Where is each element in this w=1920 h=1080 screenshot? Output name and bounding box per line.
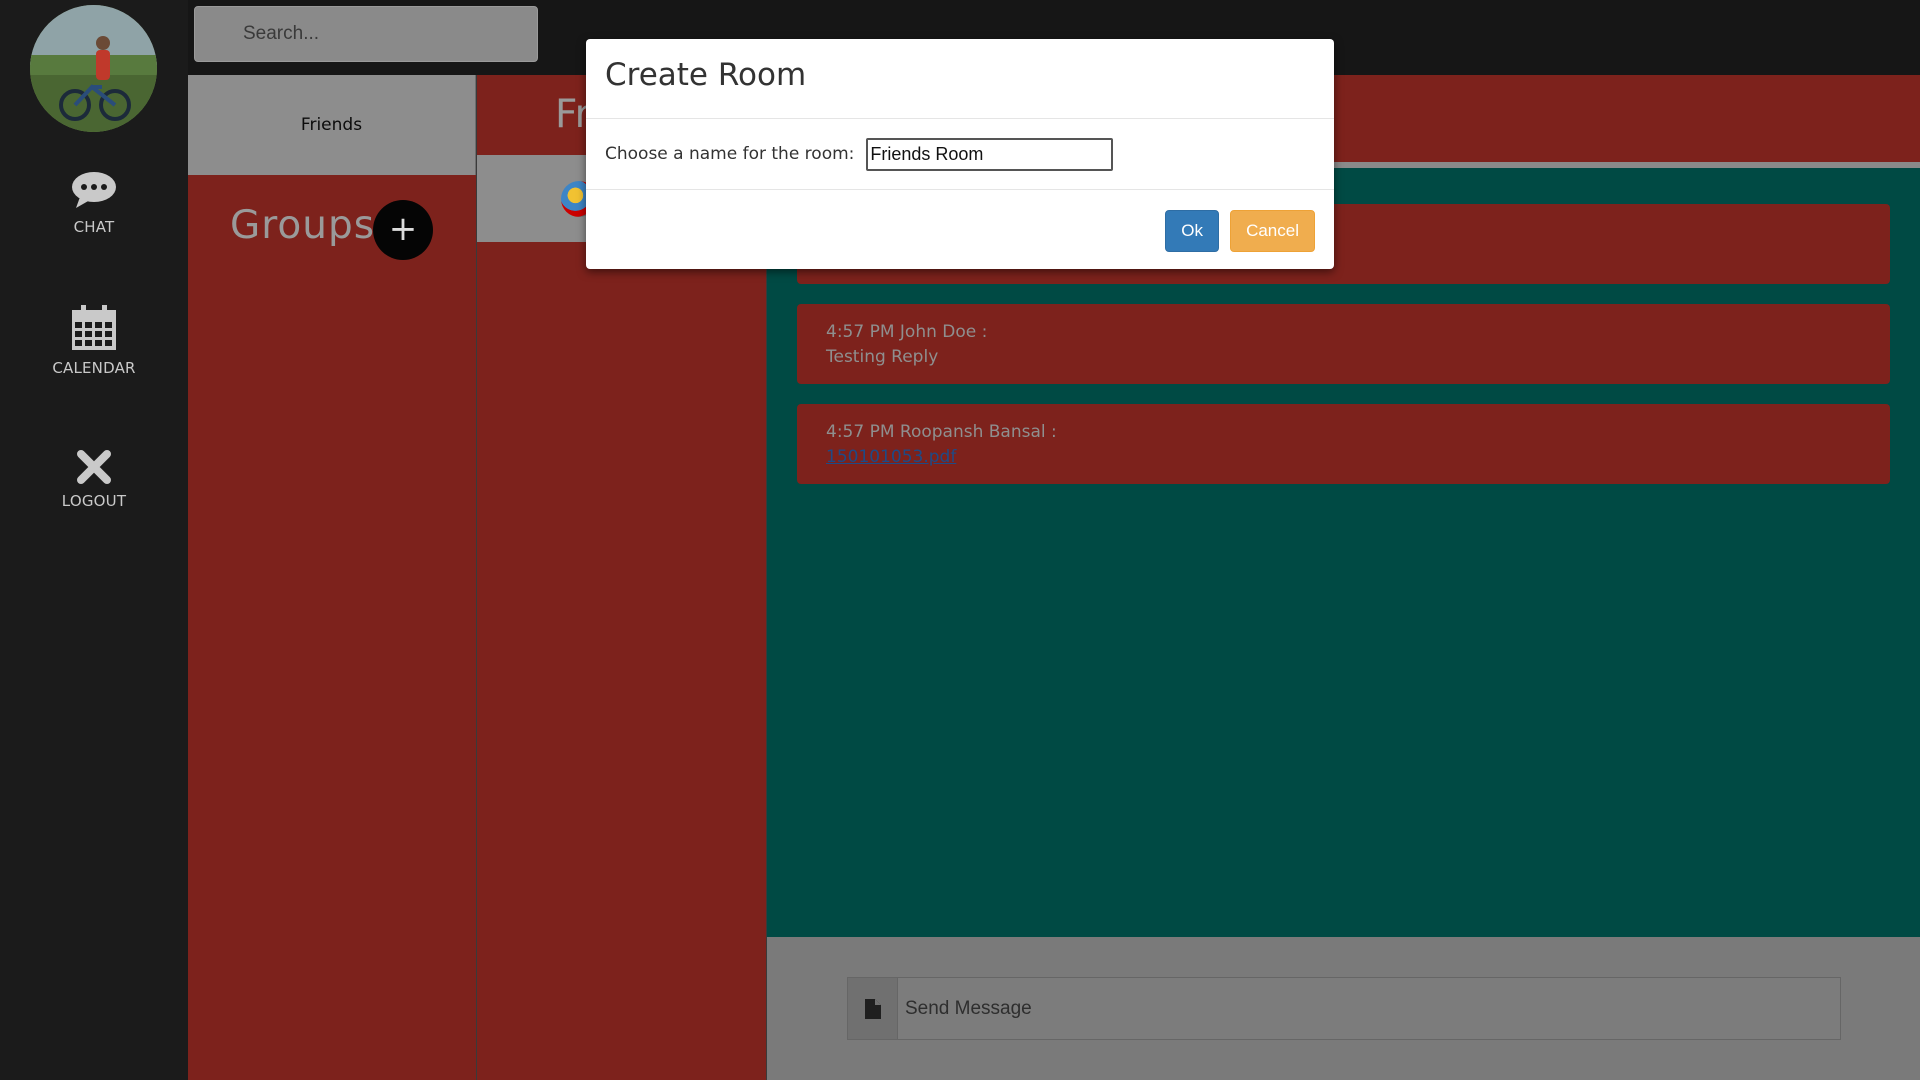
room-name-input[interactable] (866, 137, 1114, 171)
ok-button[interactable]: Ok (1165, 210, 1219, 252)
dialog-title: Create Room (605, 57, 807, 93)
room-name-label: Choose a name for the room: (605, 144, 855, 164)
cancel-button[interactable]: Cancel (1230, 210, 1315, 252)
dialog-body: Choose a name for the room: (586, 119, 1334, 190)
dialog-footer: Ok Cancel (586, 190, 1334, 272)
dialog-header: Create Room (586, 39, 1334, 119)
create-room-dialog: Create Room Choose a name for the room: … (586, 39, 1334, 269)
